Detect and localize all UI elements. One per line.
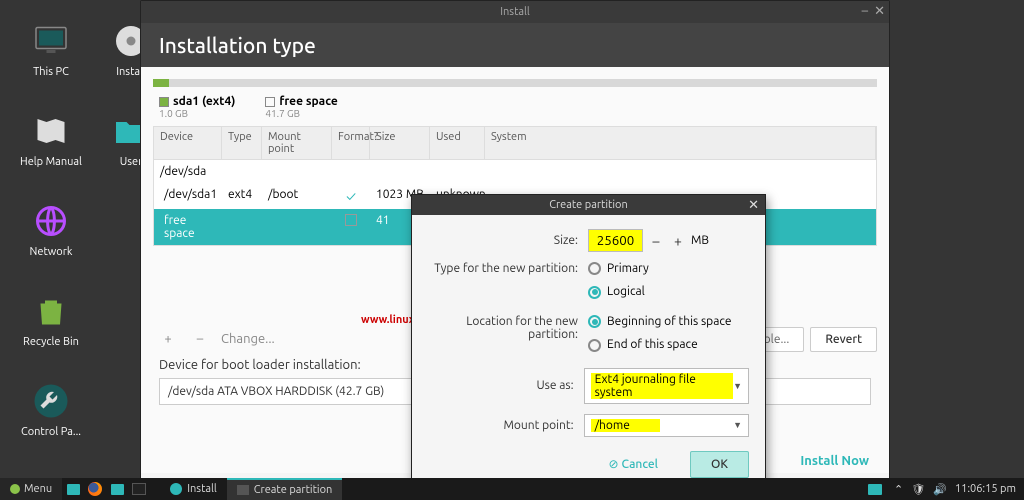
firefox-launcher[interactable] — [84, 478, 106, 500]
taskbar-item-create-partition[interactable]: Create partition — [227, 478, 343, 500]
clock[interactable]: 11:06:15 pm — [955, 483, 1016, 495]
show-desktop-button[interactable] — [62, 478, 84, 500]
chevron-down-icon: ▼ — [733, 420, 742, 430]
desktop-label: User — [120, 156, 143, 168]
desktop-this-pc[interactable]: This PC — [16, 20, 86, 78]
tray-volume-icon[interactable]: 🔊 — [933, 483, 947, 496]
location-label: Location for the new partition: — [428, 315, 588, 341]
dialog-titlebar[interactable]: Create partition ✕ — [412, 195, 765, 215]
window-titlebar[interactable]: Install – ✕ — [141, 1, 889, 23]
minimize-button[interactable]: – — [862, 3, 868, 19]
tray-files-icon[interactable] — [864, 478, 886, 500]
desktop-network[interactable]: Network — [16, 200, 86, 258]
map-icon — [33, 113, 69, 149]
size-input[interactable] — [588, 229, 643, 252]
use-as-select[interactable]: Ext4 journaling file system▼ — [584, 368, 749, 404]
size-unit: MB — [691, 234, 709, 247]
table-row[interactable]: /dev/sda — [154, 160, 876, 183]
wrench-icon — [33, 383, 69, 419]
close-button[interactable]: ✕ — [874, 3, 885, 19]
desktop-help[interactable]: Help Manual — [16, 110, 86, 168]
create-partition-dialog: Create partition ✕ Size: – + MB Type for… — [411, 194, 766, 493]
desktop-label: This PC — [33, 66, 69, 78]
install-now-button[interactable]: Install Now — [800, 454, 869, 469]
files-launcher[interactable] — [106, 478, 128, 500]
desktop-label: Control Pa... — [21, 426, 81, 438]
radio-end[interactable]: End of this space — [588, 338, 698, 351]
dialog-close-button[interactable]: ✕ — [748, 198, 759, 213]
terminal-launcher[interactable] — [128, 478, 150, 500]
desktop-label: Help Manual — [20, 156, 82, 168]
desktop-label: Recycle Bin — [23, 336, 79, 348]
radio-primary[interactable]: Primary — [588, 262, 649, 275]
window-title: Install — [500, 6, 530, 18]
terminal-icon — [132, 483, 146, 495]
trash-icon — [33, 293, 69, 329]
taskbar: Menu Install Create partition ⌃ 🛡 🔊 11:0… — [0, 478, 1024, 500]
globe-icon — [33, 203, 69, 239]
check-icon: ✓ — [346, 188, 356, 204]
use-as-label: Use as: — [428, 379, 584, 392]
tray-caret-icon[interactable]: ⌃ — [894, 483, 903, 496]
start-menu-button[interactable]: Menu — [0, 478, 62, 500]
size-decrement[interactable]: – — [647, 233, 665, 249]
remove-partition-button[interactable]: – — [189, 332, 211, 346]
type-label: Type for the new partition: — [428, 262, 588, 275]
add-partition-button[interactable]: + — [157, 332, 179, 346]
size-increment[interactable]: + — [669, 233, 687, 249]
desktop-label: Network — [30, 246, 73, 258]
change-partition-button[interactable]: Change... — [221, 332, 275, 346]
checkbox[interactable] — [345, 214, 357, 226]
dialog-title: Create partition — [549, 199, 628, 211]
partition-legend: sda1 (ext4)1.0 GB free space41.7 GB — [149, 95, 881, 120]
cancel-button[interactable]: Cancel — [588, 451, 678, 478]
revert-button[interactable]: Revert — [810, 327, 877, 352]
chevron-down-icon: ▼ — [733, 381, 742, 391]
mount-point-select[interactable]: /home▼ — [584, 414, 749, 437]
page-heading: Installation type — [141, 23, 889, 67]
folder-icon — [111, 484, 124, 495]
tray-shield-icon[interactable]: 🛡 — [911, 483, 925, 496]
desktop-control[interactable]: Control Pa... — [16, 380, 86, 438]
size-label: Size: — [428, 234, 588, 247]
disk-usage-bar — [153, 79, 877, 87]
ok-button[interactable]: OK — [690, 451, 749, 478]
table-header: DeviceType Mount pointFormat? SizeUsed S… — [154, 127, 876, 160]
taskbar-item-install[interactable]: Install — [160, 478, 227, 500]
mount-label: Mount point: — [428, 419, 584, 432]
radio-logical[interactable]: Logical — [588, 285, 645, 298]
radio-beginning[interactable]: Beginning of this space — [588, 315, 732, 328]
firefox-icon — [88, 482, 102, 496]
desktop-recycle[interactable]: Recycle Bin — [16, 290, 86, 348]
monitor-icon — [33, 23, 69, 59]
